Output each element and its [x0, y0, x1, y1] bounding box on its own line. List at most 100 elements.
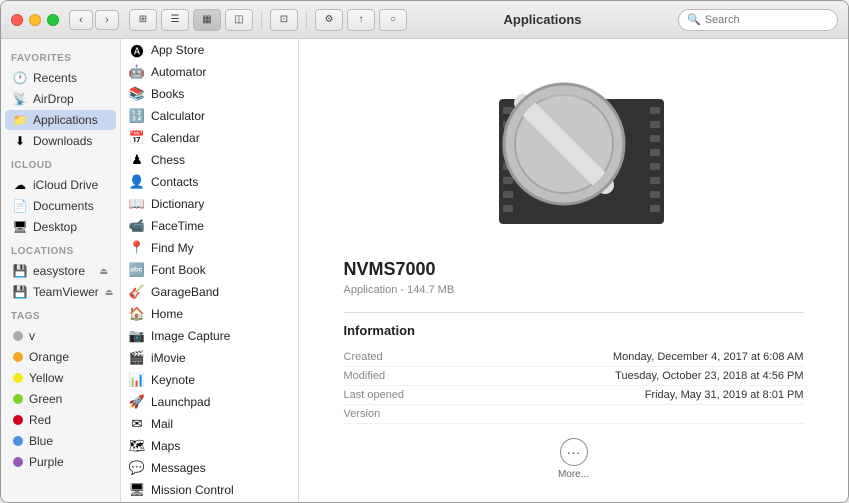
sidebar-item-tag-v[interactable]: v — [5, 326, 116, 346]
file-item-launchpad[interactable]: 🚀 Launchpad — [121, 391, 298, 413]
file-name-facetime: FaceTime — [151, 219, 204, 233]
info-value-last-opened: Friday, May 31, 2019 at 8:01 PM — [444, 389, 804, 401]
sidebar-item-tag-purple[interactable]: Purple — [5, 452, 116, 472]
search-input[interactable] — [705, 14, 829, 26]
detail-pane: NVMS7000 Application - 144.7 MB Informat… — [299, 39, 848, 502]
file-item-image-capture[interactable]: 📷 Image Capture — [121, 325, 298, 347]
more-button[interactable]: ··· More... — [558, 438, 589, 480]
file-item-books[interactable]: 📚 Books — [121, 83, 298, 105]
file-item-findmy[interactable]: 📍 Find My — [121, 237, 298, 259]
view-icon-button[interactable]: ⊞ — [129, 9, 157, 31]
applications-icon: 📁 — [13, 113, 27, 127]
view-gallery-button[interactable]: ◫ — [225, 9, 253, 31]
eject-icon-easystore[interactable]: ⏏ — [99, 266, 108, 277]
maximize-button[interactable] — [47, 14, 59, 26]
sidebar-item-tag-yellow[interactable]: Yellow — [5, 368, 116, 388]
file-name-books: Books — [151, 87, 184, 101]
sidebar-label-tag-v: v — [29, 329, 35, 343]
search-box[interactable]: 🔍 — [678, 9, 838, 31]
sidebar-label-desktop: Desktop — [33, 220, 77, 234]
sidebar-label-easystore: easystore — [33, 264, 85, 278]
sidebar-item-desktop[interactable]: 🖥 Desktop — [5, 217, 116, 237]
file-item-chess[interactable]: ♟ Chess — [121, 149, 298, 171]
file-item-contacts[interactable]: 👤 Contacts — [121, 171, 298, 193]
sidebar-item-tag-orange[interactable]: Orange — [5, 347, 116, 367]
sidebar-item-recents[interactable]: 🕐 Recents — [5, 68, 116, 88]
calendar-icon: 📅 — [129, 130, 145, 146]
fontbook-icon: 🔤 — [129, 262, 145, 278]
desktop-icon: 🖥 — [13, 220, 27, 234]
eject-icon-teamviewer[interactable]: ⏏ — [105, 287, 114, 298]
file-name-messages: Messages — [151, 461, 206, 475]
info-label-modified: Modified — [344, 370, 444, 382]
sidebar-label-tag-blue: Blue — [29, 434, 53, 448]
file-item-calculator[interactable]: 🔢 Calculator — [121, 105, 298, 127]
file-item-music[interactable]: 🎵 Music — [121, 501, 298, 502]
file-name-mission-control: Mission Control — [151, 483, 234, 497]
sidebar-label-tag-purple: Purple — [29, 455, 64, 469]
home-icon: 🏠 — [129, 306, 145, 322]
contacts-icon: 👤 — [129, 174, 145, 190]
sidebar-item-downloads[interactable]: ⬇ Downloads — [5, 131, 116, 151]
airdrop-icon: 📡 — [13, 92, 27, 106]
sidebar-item-teamviewer[interactable]: 💾 TeamViewer ⏏ — [5, 282, 116, 302]
sidebar-label-tag-red: Red — [29, 413, 51, 427]
view-column-button[interactable]: ▦ — [193, 9, 221, 31]
file-item-facetime[interactable]: 📹 FaceTime — [121, 215, 298, 237]
file-item-dictionary[interactable]: 📖 Dictionary — [121, 193, 298, 215]
file-name-dictionary: Dictionary — [151, 197, 204, 211]
sidebar-section-icloud: iCloud — [1, 152, 120, 174]
tag-dot-green — [13, 394, 23, 404]
sidebar-item-easystore[interactable]: 💾 easystore ⏏ — [5, 261, 116, 281]
sidebar-item-tag-blue[interactable]: Blue — [5, 431, 116, 451]
file-name-launchpad: Launchpad — [151, 395, 210, 409]
sidebar-item-tag-red[interactable]: Red — [5, 410, 116, 430]
file-item-app-store[interactable]: 🅐 App Store — [121, 39, 298, 61]
share-button[interactable]: ↑ — [347, 9, 375, 31]
info-label-last-opened: Last opened — [344, 389, 444, 401]
traffic-lights — [11, 14, 59, 26]
image-capture-icon: 📷 — [129, 328, 145, 344]
sidebar-label-airdrop: AirDrop — [33, 92, 74, 106]
calculator-icon: 🔢 — [129, 108, 145, 124]
action-gear-button[interactable]: ⚙ — [315, 9, 343, 31]
info-row-version: Version — [344, 405, 804, 424]
tag-dot-orange — [13, 352, 23, 362]
automator-icon: 🤖 — [129, 64, 145, 80]
file-item-automator[interactable]: 🤖 Automator — [121, 61, 298, 83]
nav-buttons: ‹ › — [69, 10, 119, 30]
more-label: More... — [558, 469, 589, 480]
info-row-last-opened: Last opened Friday, May 31, 2019 at 8:01… — [344, 386, 804, 405]
close-button[interactable] — [11, 14, 23, 26]
teamviewer-icon: 💾 — [13, 285, 27, 299]
file-item-garageband[interactable]: 🎸 GarageBand — [121, 281, 298, 303]
file-item-keynote[interactable]: 📊 Keynote — [121, 369, 298, 391]
toolbar-icons: ⊞ ☰ ▦ ◫ ⊡ ⚙ ↑ ○ — [129, 9, 407, 31]
file-name-maps: Maps — [151, 439, 180, 453]
file-item-imovie[interactable]: 🎬 iMovie — [121, 347, 298, 369]
sidebar-item-icloud-drive[interactable]: ☁ iCloud Drive — [5, 175, 116, 195]
tag-dot-v — [13, 331, 23, 341]
info-value-modified: Tuesday, October 23, 2018 at 4:56 PM — [444, 370, 804, 382]
tag-button[interactable]: ○ — [379, 9, 407, 31]
sidebar-section-tags: Tags — [1, 303, 120, 325]
file-item-maps[interactable]: 🗺 Maps — [121, 435, 298, 457]
sidebar-item-applications[interactable]: 📁 Applications — [5, 110, 116, 130]
file-item-calendar[interactable]: 📅 Calendar — [121, 127, 298, 149]
sidebar-item-airdrop[interactable]: 📡 AirDrop — [5, 89, 116, 109]
forward-button[interactable]: › — [95, 10, 119, 30]
file-item-mission-control[interactable]: 🖥 Mission Control — [121, 479, 298, 501]
sidebar-item-tag-green[interactable]: Green — [5, 389, 116, 409]
file-item-fontbook[interactable]: 🔤 Font Book — [121, 259, 298, 281]
back-button[interactable]: ‹ — [69, 10, 93, 30]
file-item-messages[interactable]: 💬 Messages — [121, 457, 298, 479]
file-item-mail[interactable]: ✉ Mail — [121, 413, 298, 435]
info-label-created: Created — [344, 351, 444, 363]
file-item-home[interactable]: 🏠 Home — [121, 303, 298, 325]
sidebar-item-documents[interactable]: 📄 Documents — [5, 196, 116, 216]
view-options-button[interactable]: ⊡ — [270, 9, 298, 31]
minimize-button[interactable] — [29, 14, 41, 26]
view-list-button[interactable]: ☰ — [161, 9, 189, 31]
file-name-calculator: Calculator — [151, 109, 205, 123]
garageband-icon: 🎸 — [129, 284, 145, 300]
